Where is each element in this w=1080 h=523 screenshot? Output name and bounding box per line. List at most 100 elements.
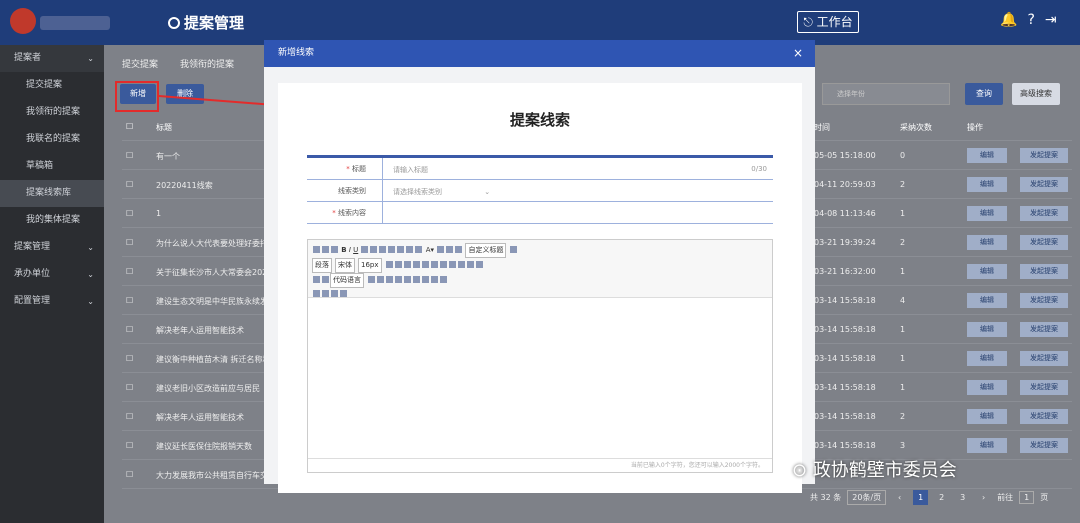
draft-icon[interactable] [331, 290, 338, 297]
fullscreen-icon[interactable] [510, 246, 518, 253]
page-size-select[interactable]: 20条/页 [847, 490, 887, 505]
find-icon[interactable] [322, 290, 329, 297]
strike-icon[interactable] [370, 246, 378, 253]
edit-button[interactable]: 编辑 [967, 409, 1007, 424]
query-button[interactable]: 查询 [965, 83, 1003, 105]
initiate-button[interactable]: 发起提案 [1020, 206, 1068, 221]
edit-button[interactable]: 编辑 [967, 148, 1007, 163]
edit-button[interactable]: 编辑 [967, 293, 1007, 308]
title-input[interactable]: 请输入标题 [393, 165, 428, 175]
category-select[interactable]: 请选择线索类别 ⌄ [393, 187, 490, 197]
template-icon[interactable] [368, 276, 375, 283]
link-icon[interactable] [421, 261, 429, 268]
sidebar-item-0[interactable]: 提案者 ⌄ [0, 45, 104, 72]
zoom-icon[interactable] [313, 290, 320, 297]
justify-icon[interactable] [412, 261, 420, 268]
olist-icon[interactable] [446, 246, 454, 253]
prev-page[interactable]: ‹ [892, 490, 907, 505]
hr-icon[interactable] [386, 276, 393, 283]
sidebar-item-7[interactable]: 提案管理 ⌄ [0, 234, 104, 261]
edit-button[interactable]: 编辑 [967, 322, 1007, 337]
edit-button[interactable]: 编辑 [967, 264, 1007, 279]
initiate-button[interactable]: 发起提案 [1020, 409, 1068, 424]
align-center-icon[interactable] [394, 261, 402, 268]
edit-button[interactable]: 编辑 [967, 380, 1007, 395]
video-icon[interactable] [466, 261, 474, 268]
sidebar-item-9[interactable]: 配置管理 ⌄ [0, 288, 104, 315]
preview-icon[interactable] [431, 276, 438, 283]
row-checkbox[interactable]: ☐ [126, 325, 133, 334]
row-checkbox[interactable]: ☐ [126, 296, 133, 305]
sidebar-item-6[interactable]: 我的集体提案 [0, 207, 104, 234]
edit-button[interactable]: 编辑 [967, 438, 1007, 453]
row-checkbox[interactable]: ☐ [126, 180, 133, 189]
italic-icon[interactable]: I [349, 246, 351, 254]
quote-icon[interactable] [406, 246, 414, 253]
map-icon[interactable] [322, 276, 329, 283]
page-3[interactable]: 3 [955, 490, 970, 505]
sub-icon[interactable] [388, 246, 396, 253]
tab-submit[interactable]: 提交提案 [122, 57, 158, 70]
indent-icon[interactable] [455, 246, 463, 253]
table-insert-icon[interactable] [413, 276, 420, 283]
page-1[interactable]: 1 [913, 490, 929, 505]
row-checkbox[interactable]: ☐ [126, 412, 133, 421]
row-checkbox[interactable]: ☐ [126, 151, 133, 160]
sidebar-item-2[interactable]: 我领衔的提案 [0, 99, 104, 126]
bold-icon[interactable]: B [341, 246, 346, 254]
row-checkbox[interactable]: ☐ [126, 209, 133, 218]
row-checkbox[interactable]: ☐ [126, 383, 133, 392]
size-select[interactable]: 16px [358, 258, 382, 273]
tab-lead[interactable]: 我领衔的提案 [180, 57, 234, 70]
initiate-button[interactable]: 发起提案 [1020, 351, 1068, 366]
row-checkbox[interactable]: ☐ [126, 470, 133, 479]
format-icon[interactable] [361, 246, 369, 253]
sidebar-item-8[interactable]: 承办单位 ⌄ [0, 261, 104, 288]
next-page[interactable]: › [976, 490, 991, 505]
edit-button[interactable]: 编辑 [967, 177, 1007, 192]
initiate-button[interactable]: 发起提案 [1020, 322, 1068, 337]
list-icon[interactable] [437, 246, 445, 253]
brush-icon[interactable] [397, 246, 405, 253]
attach-icon[interactable] [313, 276, 320, 283]
sidebar-item-3[interactable]: 我联名的提案 [0, 126, 104, 153]
select-all-checkbox[interactable]: ☐ [126, 122, 133, 131]
goto-input[interactable]: 1 [1019, 491, 1035, 504]
avatar[interactable] [10, 8, 36, 34]
undo-icon[interactable] [322, 246, 329, 253]
unlink-icon[interactable] [430, 261, 438, 268]
table-icon[interactable] [415, 246, 423, 253]
pagebreak-icon[interactable] [377, 276, 384, 283]
advanced-search-button[interactable]: 高级搜索 [1012, 83, 1060, 105]
custom-title-select[interactable]: 自定义标题 [465, 243, 507, 258]
help-editor-icon[interactable] [340, 290, 347, 297]
workbench-button[interactable]: ⎋ 工作台 [797, 11, 859, 33]
edit-button[interactable]: 编辑 [967, 235, 1007, 250]
initiate-button[interactable]: 发起提案 [1020, 438, 1068, 453]
sup-icon[interactable] [379, 246, 387, 253]
logout-icon[interactable]: ⇥ [1045, 12, 1057, 28]
align-right-icon[interactable] [403, 261, 411, 268]
underline-icon[interactable]: U [353, 246, 358, 254]
initiate-button[interactable]: 发起提案 [1020, 264, 1068, 279]
initiate-button[interactable]: 发起提案 [1020, 148, 1068, 163]
image-icon[interactable] [448, 261, 456, 268]
initiate-button[interactable]: 发起提案 [1020, 380, 1068, 395]
row-checkbox[interactable]: ☐ [126, 238, 133, 247]
row-checkbox[interactable]: ☐ [126, 267, 133, 276]
bell-icon[interactable]: 🔔 [1000, 12, 1017, 28]
initiate-button[interactable]: 发起提案 [1020, 293, 1068, 308]
year-picker[interactable]: 选择年份 [822, 83, 950, 105]
align-left-icon[interactable] [385, 261, 393, 268]
row-checkbox[interactable]: ☐ [126, 441, 133, 450]
omega-icon[interactable] [404, 276, 411, 283]
redo-icon[interactable] [331, 246, 338, 253]
initiate-button[interactable]: 发起提案 [1020, 235, 1068, 250]
help-icon[interactable]: ? [1027, 12, 1034, 28]
edit-button[interactable]: 编辑 [967, 351, 1007, 366]
edit-button[interactable]: 编辑 [967, 206, 1007, 221]
sidebar-item-1[interactable]: 提交提案 [0, 72, 104, 99]
music-icon[interactable] [475, 261, 483, 268]
print-icon[interactable] [422, 276, 429, 283]
date-icon[interactable] [395, 276, 402, 283]
